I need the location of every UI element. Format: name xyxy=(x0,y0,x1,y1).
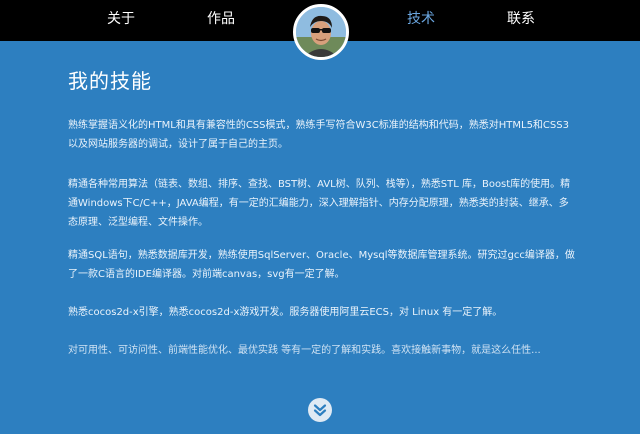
nav-link-tech[interactable]: 技术 xyxy=(407,0,435,41)
skill-paragraph-database: 精通SQL语句，熟悉数据库开发，熟练使用SqlServer、Oracle、Mys… xyxy=(68,250,575,280)
double-chevron-down-icon xyxy=(313,404,327,417)
skill-paragraph-frontend: 熟练掌握语义化的HTML和具有兼容性的CSS模式，熟练手写符合W3C标准的结构和… xyxy=(68,120,569,150)
avatar-image xyxy=(296,7,346,57)
skill-paragraph-algorithms: 精通各种常用算法（链表、数组、排序、查找、BST树、AVL树、队列、栈等），熟悉… xyxy=(68,179,571,228)
avatar[interactable] xyxy=(293,4,349,60)
nav-link-works[interactable]: 作品 xyxy=(207,0,235,41)
skill-paragraph-cocos: 熟悉cocos2d-x引擎，熟悉cocos2d-x游戏开发。服务器使用阿里云EC… xyxy=(68,307,503,318)
nav-link-about[interactable]: 关于 xyxy=(107,0,135,41)
skills-section: 我的技能 熟练掌握语义化的HTML和具有兼容性的CSS模式，熟练手写符合W3C标… xyxy=(68,64,576,356)
skill-paragraph-usability: 对可用性、可访问性、前端性能优化、最优实践 等有一定的了解和实践。喜欢接触新事物… xyxy=(68,345,541,356)
nav-link-contact[interactable]: 联系 xyxy=(507,0,535,41)
scroll-down-button[interactable] xyxy=(308,398,332,422)
page-title: 我的技能 xyxy=(68,69,152,93)
